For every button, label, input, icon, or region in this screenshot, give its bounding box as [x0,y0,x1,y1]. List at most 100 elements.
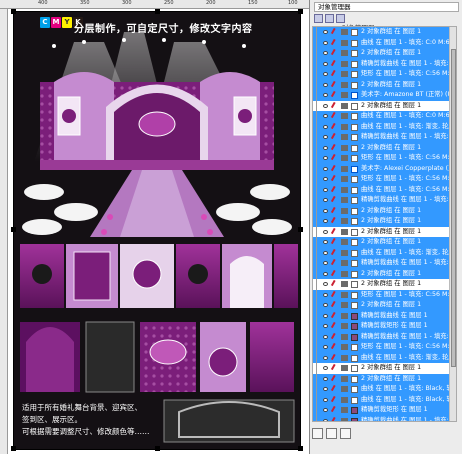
printer-icon[interactable] [341,291,348,298]
visibility-eye-icon[interactable] [323,250,328,255]
printer-icon[interactable] [341,354,348,361]
new-layer-icon[interactable] [312,428,323,439]
object-tree-row[interactable]: 曲线 在 图层 1 - 填充: C:0 M:60 [313,37,456,48]
edit-pencil-icon[interactable] [330,269,340,278]
object-tree-row[interactable]: 精确剪裁曲线 在 图层 1 - 填充: 渐变, 轮 [313,415,456,421]
printer-icon[interactable] [341,260,348,266]
visibility-eye-icon[interactable] [323,82,328,87]
object-tree-row[interactable]: 曲线 在 图层 1 - 填充: Black, 轮廓 [313,394,456,405]
object-tree-row[interactable]: 精确剪裁曲线 在 图层 1 - 填充: 渐变, 轮廓 [313,132,456,143]
edit-pencil-icon[interactable] [330,300,340,310]
object-tree-row[interactable]: 矩形 在 图层 1 - 填充: C:56 M:98 [313,153,456,164]
horizontal-ruler[interactable]: 400 350 300 250 200 150 100 [0,0,309,9]
visibility-eye-icon[interactable] [323,208,328,213]
printer-icon[interactable] [341,344,348,350]
edit-pencil-icon[interactable] [330,416,340,421]
printer-icon[interactable] [341,144,348,151]
edit-pencil-icon[interactable] [330,395,340,404]
visibility-eye-icon[interactable] [323,135,328,139]
edit-pencil-icon[interactable] [330,216,340,226]
visibility-eye-icon[interactable] [323,355,328,360]
object-tree-row[interactable]: 曲线 在 图层 1 - 填充: C:56 M:98 [313,184,456,195]
object-tree-row[interactable]: 2 对象群组 在 图层 1 [313,48,456,59]
object-tree-row[interactable]: 美术字: Amazone BT (正常) (US [313,90,456,101]
edit-pencil-icon[interactable] [330,248,340,257]
tree-scrollbar[interactable] [449,27,456,421]
printer-icon[interactable] [341,92,348,98]
printer-icon[interactable] [341,249,348,256]
printer-icon[interactable] [341,239,348,245]
edit-pencil-icon[interactable] [330,185,340,194]
visibility-eye-icon[interactable] [323,397,328,402]
edit-pencil-icon[interactable] [330,311,340,320]
edit-pencil-icon[interactable] [330,101,340,110]
printer-icon[interactable] [341,155,348,161]
visibility-eye-icon[interactable] [323,93,328,97]
visibility-eye-icon[interactable] [323,387,328,391]
object-tree-row[interactable]: 精确剪裁曲线 在 图层 1 - 填充: 渐变, 轮 [313,331,456,342]
printer-icon[interactable] [341,186,348,193]
object-tree-row[interactable]: 矩形 在 图层 1 - 填充: C:56 M:98 [313,289,456,300]
visibility-eye-icon[interactable] [323,145,328,150]
object-tree-row[interactable]: 精确剪裁曲线 在 图层 1 - 填充: 渐变, 轮廓 [313,258,456,269]
visibility-eye-icon[interactable] [323,30,328,34]
visibility-eye-icon[interactable] [323,334,328,339]
visibility-eye-icon[interactable] [323,40,328,45]
object-tree-row[interactable]: 曲线 在 图层 1 - 填充: 渐变, 轮廓 [313,247,456,258]
edit-pencil-icon[interactable] [330,111,340,121]
object-tree-row[interactable]: 精确剪裁矩形 在 图层 1 [313,405,456,416]
object-tree-row[interactable]: 精确剪裁矩形 在 图层 1 [313,321,456,332]
printer-icon[interactable] [341,29,348,35]
object-tree-row[interactable]: 2 对象群组 在 图层 1 [313,27,456,38]
visibility-eye-icon[interactable] [323,114,328,118]
edit-pencil-icon[interactable] [330,164,340,173]
delete-icon[interactable] [340,428,351,439]
edit-pencil-icon[interactable] [330,143,340,152]
visibility-eye-icon[interactable] [323,229,328,234]
edit-pencil-icon[interactable] [330,80,340,89]
visibility-eye-icon[interactable] [323,177,328,181]
printer-icon[interactable] [341,396,348,403]
printer-icon[interactable] [341,50,348,56]
drawing-canvas[interactable]: C M Y K 分层制作，可自定尺寸，修改文字内容 适用于所有婚礼舞台背景、迎宾… [8,9,309,454]
object-tree-row[interactable]: 2 对象群组 在 图层 1 [313,226,456,237]
edit-pencil-icon[interactable] [330,122,340,131]
visibility-eye-icon[interactable] [323,271,328,276]
object-tree-row[interactable]: 精确剪裁曲线 在 图层 1 - 填充: 渐变, 轮廓 [313,195,456,206]
visibility-eye-icon[interactable] [323,166,328,171]
visibility-eye-icon[interactable] [323,198,328,202]
printer-icon[interactable] [341,375,348,382]
edit-pencil-icon[interactable] [330,174,340,184]
selection-handle[interactable] [11,446,16,451]
printer-icon[interactable] [341,113,348,119]
visibility-eye-icon[interactable] [323,408,328,412]
edit-pencil-icon[interactable] [330,374,340,383]
show-properties-icon[interactable] [314,14,323,23]
new-master-layer-icon[interactable] [326,428,337,439]
visibility-eye-icon[interactable] [323,51,328,55]
edit-pencil-icon[interactable] [330,227,340,236]
printer-icon[interactable] [341,123,348,130]
printer-icon[interactable] [341,386,348,392]
object-tree-row[interactable]: 2 对象群组 在 图层 1 [313,205,456,216]
edit-across-layers-icon[interactable] [325,14,334,23]
visibility-eye-icon[interactable] [323,282,328,286]
edit-pencil-icon[interactable] [330,332,340,341]
scroll-thumb[interactable] [451,49,456,367]
object-tree-row[interactable]: 矩形 在 图层 1 - 填充: C:56 M:98 [313,342,456,353]
printer-icon[interactable] [341,323,348,329]
edit-pencil-icon[interactable] [330,195,340,205]
object-tree-row[interactable]: 2 对象群组 在 图层 1 [313,373,456,384]
visibility-eye-icon[interactable] [323,418,328,421]
printer-icon[interactable] [341,207,348,214]
printer-icon[interactable] [341,333,348,340]
printer-icon[interactable] [341,81,348,88]
printer-icon[interactable] [341,218,348,224]
visibility-eye-icon[interactable] [323,124,328,129]
edit-pencil-icon[interactable] [330,321,340,331]
vertical-ruler[interactable] [0,9,8,454]
edit-pencil-icon[interactable] [330,342,340,352]
edit-pencil-icon[interactable] [330,258,340,268]
edit-pencil-icon[interactable] [330,206,340,215]
object-tree-row[interactable]: 曲线 在 图层 1 - 填充: C:0 M:60 [313,111,456,122]
